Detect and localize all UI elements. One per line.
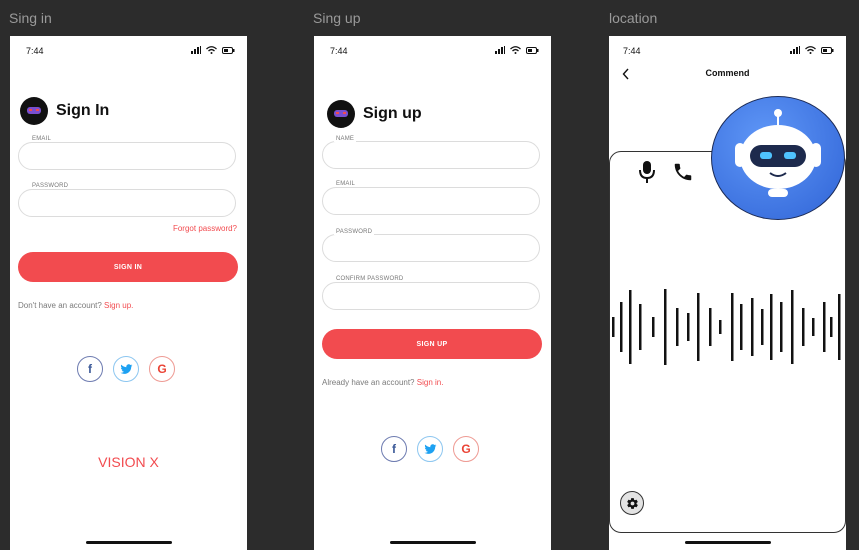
- sign-in-button[interactable]: SIGN IN: [18, 252, 238, 282]
- settings-icon: [626, 497, 638, 509]
- app-logo: [327, 100, 355, 128]
- signal-icon: [790, 46, 800, 54]
- home-indicator: [389, 541, 476, 544]
- signup-screen: 7:44 Sign up NAME EMAIL PASSWORD CONFIRM…: [314, 36, 551, 550]
- signin-screen: 7:44 Sign In EMAIL PASSWORD Forgot passw…: [10, 36, 247, 550]
- status-time: 7:44: [623, 46, 641, 56]
- twitter-icon[interactable]: [417, 436, 443, 462]
- social-login: f G: [381, 436, 479, 462]
- page-title: Commend: [705, 68, 750, 78]
- forgot-password-link[interactable]: Forgot password?: [173, 224, 237, 233]
- email-field[interactable]: [322, 187, 540, 215]
- sign-up-button[interactable]: SIGN UP: [322, 329, 542, 359]
- frame-label-signup: Sing up: [313, 10, 361, 26]
- phone-icon[interactable]: [672, 161, 694, 183]
- command-screen: 7:44 Commend: [609, 36, 846, 550]
- google-icon[interactable]: G: [453, 436, 479, 462]
- no-account-text: Don't have an account?: [18, 301, 102, 310]
- wifi-icon: [206, 46, 217, 54]
- signal-icon: [495, 46, 505, 54]
- have-account-text: Already have an account?: [322, 378, 415, 387]
- status-time: 7:44: [26, 46, 44, 56]
- signin-link[interactable]: Sign in.: [417, 378, 444, 387]
- name-field[interactable]: [322, 141, 540, 169]
- page-title: Sign In: [56, 102, 110, 119]
- status-time: 7:44: [330, 46, 348, 56]
- password-label: PASSWORD: [334, 229, 375, 235]
- signin-prompt: Already have an account? Sign in.: [322, 378, 443, 387]
- email-field[interactable]: [18, 142, 236, 170]
- home-indicator: [684, 541, 771, 544]
- robot-avatar: [711, 96, 845, 220]
- app-logo: [20, 97, 48, 125]
- password-label: PASSWORD: [30, 183, 71, 189]
- social-login: f G: [77, 356, 175, 382]
- email-label: EMAIL: [334, 181, 358, 187]
- status-bar: 7:44: [314, 46, 551, 58]
- signup-prompt: Don't have an account? Sign up.: [18, 301, 133, 310]
- email-label: EMAIL: [30, 136, 54, 142]
- battery-icon: [222, 46, 235, 54]
- frame-label-signin: Sing in: [9, 10, 52, 26]
- frame-label-location: location: [609, 10, 658, 26]
- status-bar: 7:44: [10, 46, 247, 58]
- signin-header: Sign In: [20, 97, 109, 125]
- brand-name: VISION X: [98, 454, 159, 470]
- battery-icon: [821, 46, 834, 54]
- signal-icon: [191, 46, 201, 54]
- battery-icon: [526, 46, 539, 54]
- twitter-icon[interactable]: [113, 356, 139, 382]
- home-indicator: [85, 541, 172, 544]
- name-label: NAME: [334, 136, 357, 142]
- confirm-password-label: CONFIRM PASSWORD: [334, 276, 406, 282]
- status-bar: 7:44: [609, 46, 846, 58]
- password-field[interactable]: [18, 189, 236, 217]
- page-title: Sign up: [363, 105, 422, 122]
- robot-icon: [735, 109, 821, 197]
- voice-waveform: [612, 289, 841, 365]
- signup-header: Sign up: [327, 100, 422, 128]
- wifi-icon: [510, 46, 521, 54]
- confirm-password-field[interactable]: [322, 282, 540, 310]
- facebook-icon[interactable]: f: [77, 356, 103, 382]
- wifi-icon: [805, 46, 816, 54]
- password-field[interactable]: [322, 234, 540, 262]
- facebook-icon[interactable]: f: [381, 436, 407, 462]
- signup-link[interactable]: Sign up.: [104, 301, 133, 310]
- settings-button[interactable]: [620, 491, 644, 515]
- google-icon[interactable]: G: [149, 356, 175, 382]
- mic-icon[interactable]: [638, 160, 656, 184]
